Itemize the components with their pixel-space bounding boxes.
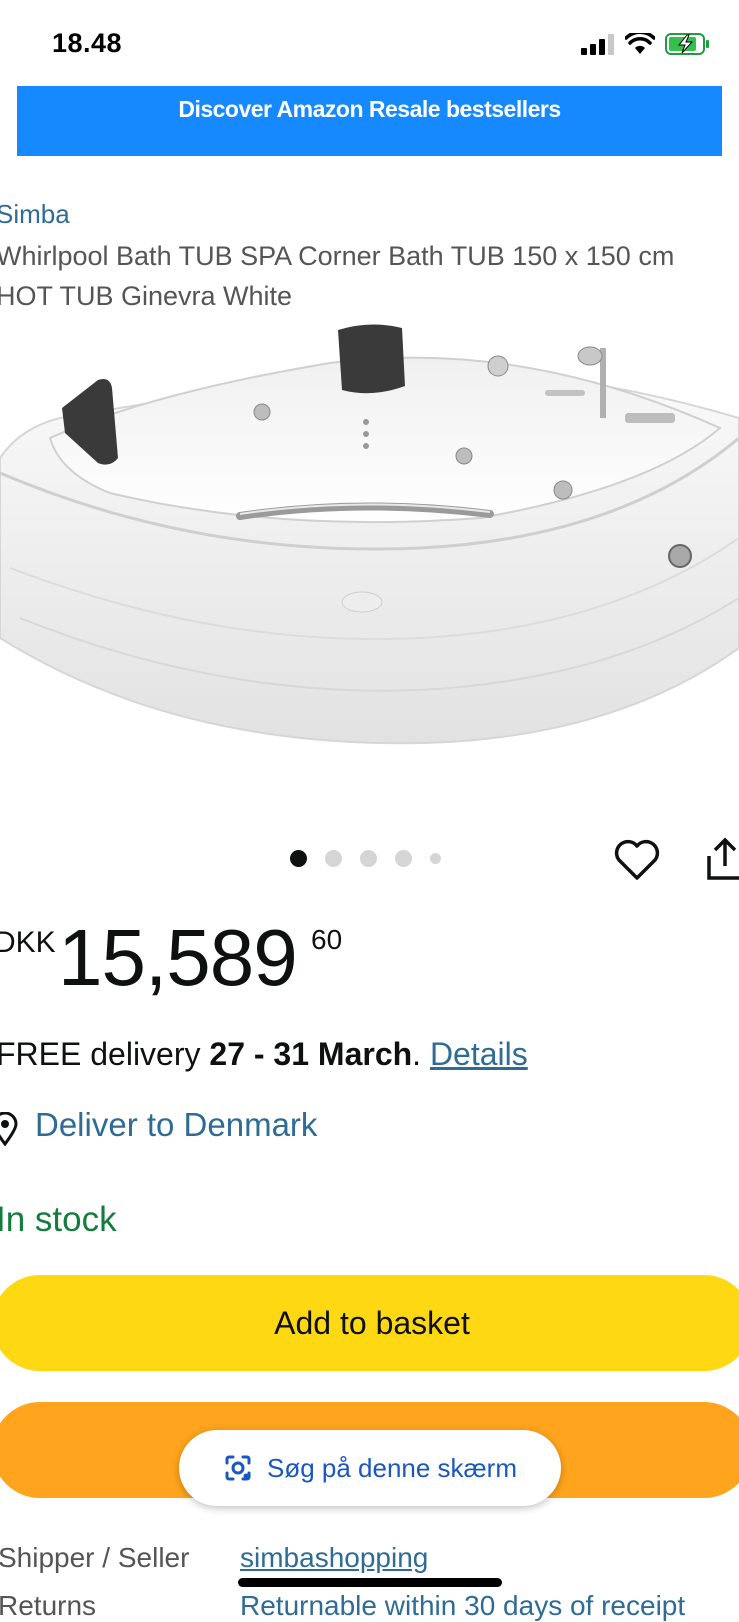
heart-icon[interactable] [613,838,661,882]
home-indicator[interactable] [238,1578,502,1587]
signal-icon [581,34,614,55]
delivery-prefix: FREE delivery [0,1036,210,1072]
product-title: Whirlpool Bath TUB SPA Corner Bath TUB 1… [0,241,675,311]
seller-link[interactable]: simbashopping [240,1542,428,1574]
image-carousel-dots[interactable] [290,850,441,867]
returns-link[interactable]: Returnable within 30 days of receipt [240,1590,685,1622]
promo-banner[interactable]: Discover Amazon Resale bestsellers [17,86,722,156]
deliver-to-link[interactable]: Deliver to Denmark [35,1106,317,1144]
carousel-dot[interactable] [290,850,307,867]
carousel-dot[interactable] [325,850,342,867]
status-time: 18.48 [52,28,123,58]
delivery-details-link[interactable]: Details [430,1036,528,1072]
carousel-dot[interactable] [360,850,377,867]
carousel-dot[interactable] [430,853,441,864]
share-icon[interactable] [705,836,739,882]
returns-label: Returns [0,1590,97,1621]
delivery-suffix: . [412,1036,430,1072]
price-currency: DKK [0,926,56,959]
location-pin-icon [0,1112,18,1146]
price-fraction: 60 [311,924,343,955]
add-to-basket-button[interactable]: Add to basket [0,1275,739,1371]
wifi-icon [625,33,655,54]
stock-status: In stock [0,1200,117,1239]
delivery-dates: 27 - 31 March [209,1036,413,1072]
status-icons [581,32,711,56]
product-image[interactable] [0,318,739,768]
brand-link[interactable]: Simba [0,199,70,230]
lens-search-label: Søg på denne skærm [266,1452,517,1483]
lens-search-button[interactable]: Søg på denne skærm [179,1430,561,1506]
delivery-info: FREE delivery 27 - 31 March. Details [0,1036,528,1073]
add-to-basket-label: Add to basket [274,1304,470,1341]
promo-banner-text: Discover Amazon Resale bestsellers [178,95,561,122]
lens-camera-icon [225,1455,251,1481]
carousel-dot[interactable] [395,850,412,867]
seller-label: Shipper / Seller [0,1542,190,1573]
battery-charging-icon [665,33,709,55]
price-whole: 15,589 [58,913,298,1002]
